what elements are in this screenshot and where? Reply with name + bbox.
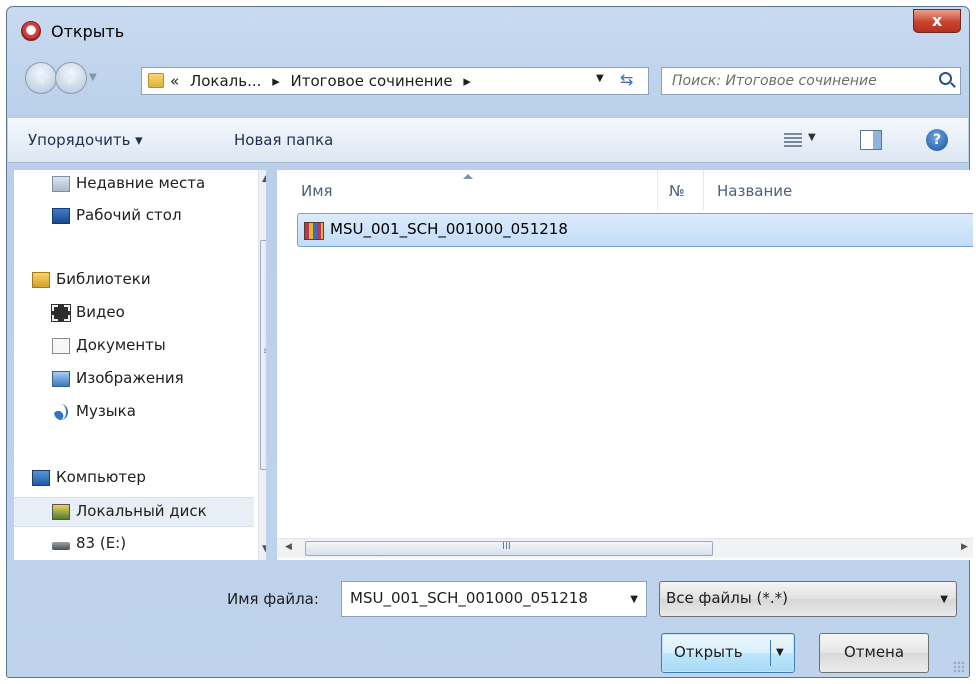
column-header-number[interactable]: № xyxy=(669,182,685,200)
nav-item-music[interactable]: Музыка xyxy=(14,398,254,428)
scroll-down-icon[interactable]: ▼ xyxy=(262,544,266,554)
app-icon xyxy=(21,21,41,41)
file-type-select[interactable]: Все файлы (*.*) ▼ xyxy=(659,581,957,617)
nav-item-label: Изображения xyxy=(76,369,184,387)
nav-item-documents[interactable]: Документы xyxy=(14,332,254,362)
address-dropdown-icon[interactable]: ▼ xyxy=(596,73,604,84)
toolbar: Упорядочить ▾ Новая папка ▼ ? xyxy=(8,117,968,163)
nav-item-recent-places[interactable]: Недавние места xyxy=(14,170,254,200)
scroll-up-icon[interactable]: ▲ xyxy=(262,174,266,184)
nav-item-label: 83 (E:) xyxy=(76,534,127,552)
file-name: MSU_001_SCH_001000_051218 xyxy=(330,220,568,238)
view-options-icon[interactable] xyxy=(784,133,802,147)
recent-places-icon xyxy=(52,176,70,192)
filename-value: MSU_001_SCH_001000_051218 xyxy=(350,589,588,607)
forward-button[interactable] xyxy=(55,62,87,94)
search-icon[interactable] xyxy=(939,72,952,85)
scroll-right-icon[interactable]: ▶ xyxy=(961,542,968,552)
computer-icon xyxy=(32,470,50,486)
column-header-name[interactable]: Имя xyxy=(301,182,333,200)
libraries-icon xyxy=(32,272,50,288)
nav-item-label: Музыка xyxy=(76,402,136,420)
nav-item-label: Компьютер xyxy=(56,468,146,486)
breadcrumb-separator[interactable]: ▸ xyxy=(463,72,471,90)
split-divider xyxy=(770,640,771,666)
filename-label: Имя файла: xyxy=(227,590,319,608)
local-disk-icon xyxy=(52,504,70,520)
new-folder-button[interactable]: Новая папка xyxy=(234,131,333,149)
pictures-icon xyxy=(52,371,70,387)
nav-item-computer[interactable]: Компьютер xyxy=(14,464,254,494)
refresh-icon[interactable]: ⇆ xyxy=(620,70,633,89)
breadcrumb-overflow[interactable]: « xyxy=(170,72,179,90)
chevron-down-icon[interactable]: ▼ xyxy=(630,594,638,605)
nav-item-label: Недавние места xyxy=(76,174,206,192)
filename-field[interactable]: MSU_001_SCH_001000_051218 ▼ xyxy=(341,581,647,617)
sort-ascending-icon xyxy=(463,174,473,179)
preview-pane-icon[interactable] xyxy=(860,130,882,150)
open-options-dropdown[interactable]: ▼ xyxy=(776,635,784,671)
nav-item-drive-e[interactable]: 83 (E:) xyxy=(14,530,254,560)
resize-grip[interactable] xyxy=(953,661,965,673)
desktop-icon xyxy=(52,208,70,224)
nav-item-pictures[interactable]: Изображения xyxy=(14,365,254,395)
documents-icon xyxy=(52,338,70,354)
music-icon xyxy=(54,404,68,420)
address-bar[interactable]: « Локаль... ▸ Итоговое сочинение ▸ ▼ ⇆ xyxy=(141,67,649,95)
breadcrumb-item-local[interactable]: Локаль... xyxy=(190,72,261,90)
cancel-button[interactable]: Отмена xyxy=(819,633,929,673)
video-icon xyxy=(51,304,71,322)
nav-item-label: Видео xyxy=(76,303,125,321)
navigation-bar: ▼ « Локаль... ▸ Итоговое сочинение ▸ ▼ ⇆… xyxy=(7,57,969,101)
archive-icon xyxy=(304,222,324,240)
nav-item-desktop[interactable]: Рабочий стол xyxy=(14,202,254,232)
open-button[interactable]: Открыть ▼ xyxy=(661,633,795,673)
scrollbar-thumb[interactable]: III xyxy=(305,541,713,556)
nav-item-libraries[interactable]: Библиотеки xyxy=(14,266,254,296)
scroll-grip: III xyxy=(502,541,511,552)
help-icon[interactable]: ? xyxy=(926,129,948,151)
recent-locations-dropdown[interactable]: ▼ xyxy=(89,72,97,83)
organize-button[interactable]: Упорядочить ▾ xyxy=(28,131,143,149)
column-header-title[interactable]: Название xyxy=(717,182,792,200)
horizontal-scrollbar[interactable]: ◀ III ▶ xyxy=(277,538,973,558)
file-type-value: Все файлы (*.*) xyxy=(666,589,788,607)
scroll-left-icon[interactable]: ◀ xyxy=(285,542,292,552)
close-button[interactable]: x xyxy=(913,9,961,33)
search-placeholder: Поиск: Итоговое сочинение xyxy=(672,73,877,89)
chevron-down-icon[interactable]: ▼ xyxy=(940,594,948,605)
breadcrumb-separator[interactable]: ▸ xyxy=(272,72,280,90)
open-file-dialog: Открыть x ▼ « Локаль... ▸ Итоговое сочин… xyxy=(6,6,973,678)
column-divider[interactable] xyxy=(657,170,658,210)
drive-icon xyxy=(52,542,70,550)
open-button-label: Открыть xyxy=(674,643,743,661)
nav-item-label: Библиотеки xyxy=(56,270,151,288)
nav-item-label: Документы xyxy=(76,336,166,354)
nav-item-label: Рабочий стол xyxy=(76,206,182,224)
search-input[interactable]: Поиск: Итоговое сочинение xyxy=(661,67,961,95)
nav-item-label: Локальный диск xyxy=(76,502,207,520)
column-divider[interactable] xyxy=(703,170,704,210)
back-button[interactable] xyxy=(25,62,57,94)
window-title: Открыть xyxy=(51,22,125,41)
scroll-grip: ≡ xyxy=(263,346,266,357)
file-list: Имя № Название MSU_001_SCH_001000_051218… xyxy=(277,170,973,560)
navigation-pane: Недавние места Рабочий стол Библиотеки В… xyxy=(14,170,266,560)
title-bar[interactable]: Открыть x xyxy=(7,7,969,53)
nav-item-video[interactable]: Видео xyxy=(14,299,254,329)
list-item[interactable]: MSU_001_SCH_001000_051218 xyxy=(297,213,973,247)
view-dropdown-icon[interactable]: ▼ xyxy=(808,132,816,143)
breadcrumb-item-current[interactable]: Итоговое сочинение xyxy=(291,72,453,90)
nav-item-local-disk[interactable]: Локальный диск xyxy=(14,497,254,527)
folder-icon xyxy=(148,73,164,88)
nav-pane-scrollbar[interactable]: ▲ ≡ ▼ xyxy=(258,170,266,560)
breadcrumb: « Локаль... ▸ Итоговое сочинение ▸ xyxy=(170,72,477,90)
